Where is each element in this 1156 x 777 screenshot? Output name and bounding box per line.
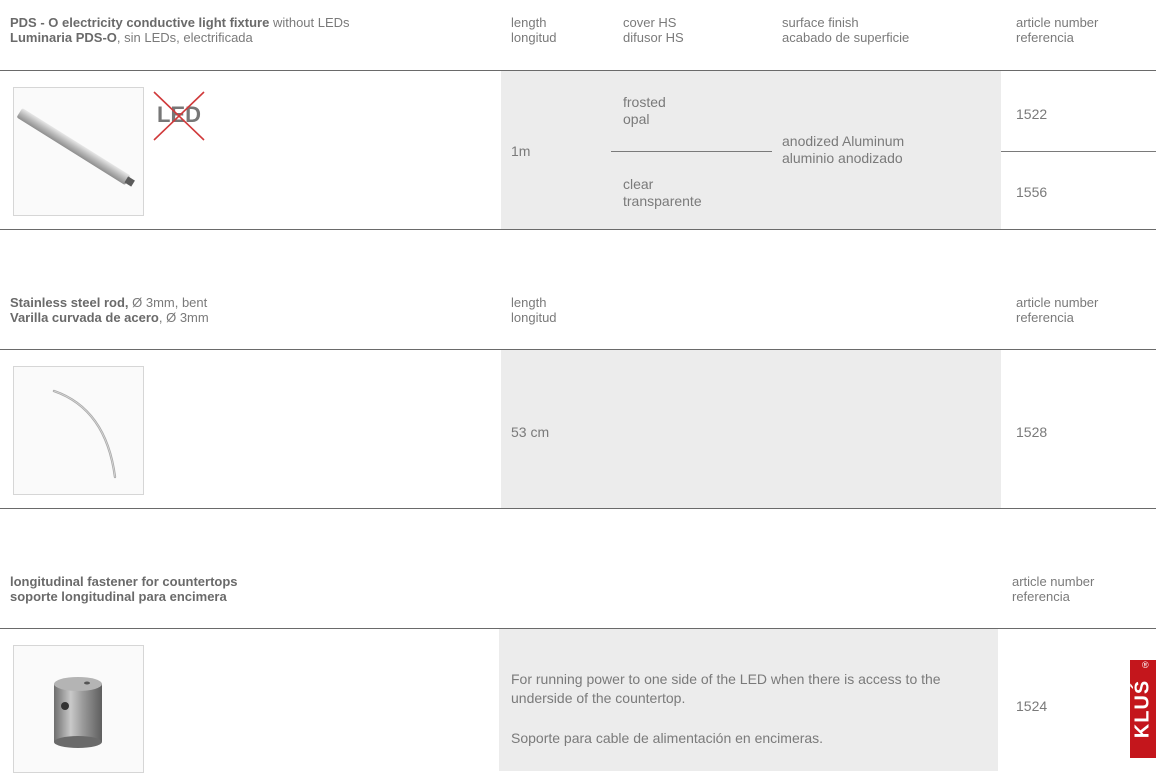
product-image-fastener (13, 645, 144, 773)
surface-finish: anodized Aluminum aluminio anodizado (782, 133, 905, 166)
product-title-pds-o: PDS - O electricity conductive light fix… (10, 15, 350, 30)
article-number-1528: 1528 (1016, 424, 1048, 440)
product-subtitle-fastener: soporte longitudinal para encimera (10, 589, 227, 604)
product-title-steel-rod: Stainless steel rod, Ø 3mm, bent (10, 295, 208, 310)
article-number-1522: 1522 (1016, 106, 1048, 122)
description-en: For running power to one side of the LED… (511, 671, 941, 706)
divider (0, 229, 1156, 230)
cover-divider (611, 151, 772, 152)
product-subtitle-steel-rod: Varilla curvada de acero, Ø 3mm (10, 310, 209, 325)
cover-frosted: frosted opal (623, 94, 666, 127)
article-number-1556: 1556 (1016, 184, 1048, 200)
divider (0, 508, 1156, 509)
length-value: 1m (511, 143, 531, 159)
col-header-finish: surface finish acabado de superficie (782, 15, 910, 45)
col-header-cover: cover HS difusor HS (623, 15, 684, 45)
cover-clear: clear transparente (623, 176, 702, 209)
no-led-icon: LED (150, 90, 210, 142)
article-divider (1001, 151, 1156, 152)
product-image-light-fixture (13, 87, 144, 216)
length-value: 53 cm (511, 424, 550, 440)
product-image-steel-rod (13, 366, 144, 495)
product-title-fastener: longitudinal fastener for countertops (10, 574, 238, 589)
col-header-article: article number referencia (1012, 574, 1095, 604)
description-es: Soporte para cable de alimentación en en… (511, 730, 824, 746)
spec-panel (501, 71, 1001, 229)
col-header-length: length longitud (511, 15, 557, 45)
col-header-length: length longitud (511, 295, 557, 325)
product-subtitle-pds-o: Luminaria PDS-O, sin LEDs, electrificada (10, 30, 253, 45)
spec-panel (501, 350, 1001, 508)
col-header-article: article number referencia (1016, 295, 1099, 325)
article-number-1524: 1524 (1016, 698, 1048, 714)
col-header-article: article number referencia (1016, 15, 1099, 45)
brand-logo: KLUŚ ® (1130, 660, 1156, 758)
